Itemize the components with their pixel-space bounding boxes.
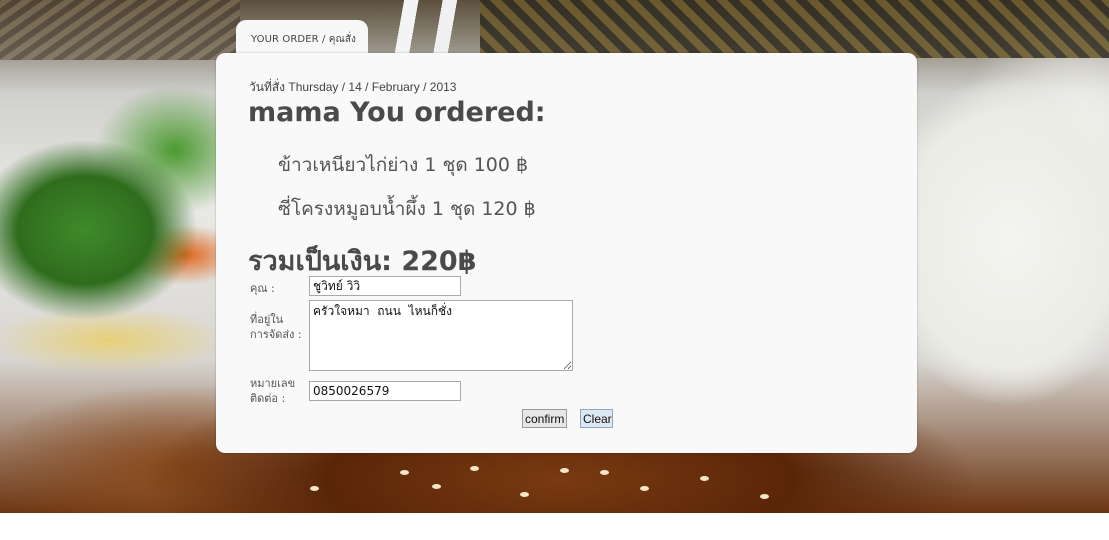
tab-your-order[interactable]: YOUR ORDER / คุณสั่ง <box>236 20 368 56</box>
order-item: ซี่โครงหมูอบน้ำผึ้ง 1 ชุด 120 ฿ <box>278 198 536 220</box>
clear-button[interactable]: Clear <box>580 409 613 428</box>
order-item: ข้าวเหนียวไก่ย่าง 1 ชุด 100 ฿ <box>278 154 529 176</box>
name-label: คุณ : <box>250 282 275 295</box>
tablecloth-pattern <box>480 0 1109 58</box>
order-date-value: Thursday / 14 / February / 2013 <box>288 80 457 94</box>
address-label: ที่อยู่ใน การจัดส่ง : <box>250 313 302 341</box>
sesame-seed <box>700 476 709 481</box>
phone-field[interactable] <box>309 381 461 401</box>
order-date-label: วันที่สั่ง <box>249 80 286 94</box>
sesame-seed <box>400 470 409 475</box>
order-date: วันที่สั่ง Thursday / 14 / February / 20… <box>249 78 456 97</box>
tab-label: YOUR ORDER / คุณสั่ง <box>251 34 357 45</box>
sesame-seed <box>600 470 609 475</box>
sesame-seed <box>640 486 649 491</box>
sesame-seed <box>520 492 529 497</box>
name-field[interactable] <box>309 276 461 296</box>
sesame-seed <box>760 494 769 499</box>
confirm-button[interactable]: confirm <box>522 409 567 428</box>
order-panel: วันที่สั่ง Thursday / 14 / February / 20… <box>216 53 917 453</box>
sesame-seed <box>310 486 319 491</box>
order-heading: mama You ordered: <box>248 97 546 128</box>
phone-label: หมายเลข ติดต่อ : <box>250 377 296 405</box>
sesame-seed <box>560 468 569 473</box>
address-field[interactable]: ครัวใจหมา ถนน ไหนก็ชั่ง <box>309 300 573 371</box>
tablecloth-pattern-left <box>0 0 240 60</box>
sesame-seed <box>470 466 479 471</box>
sesame-seed <box>432 484 441 489</box>
chopsticks-graphic <box>380 0 490 60</box>
